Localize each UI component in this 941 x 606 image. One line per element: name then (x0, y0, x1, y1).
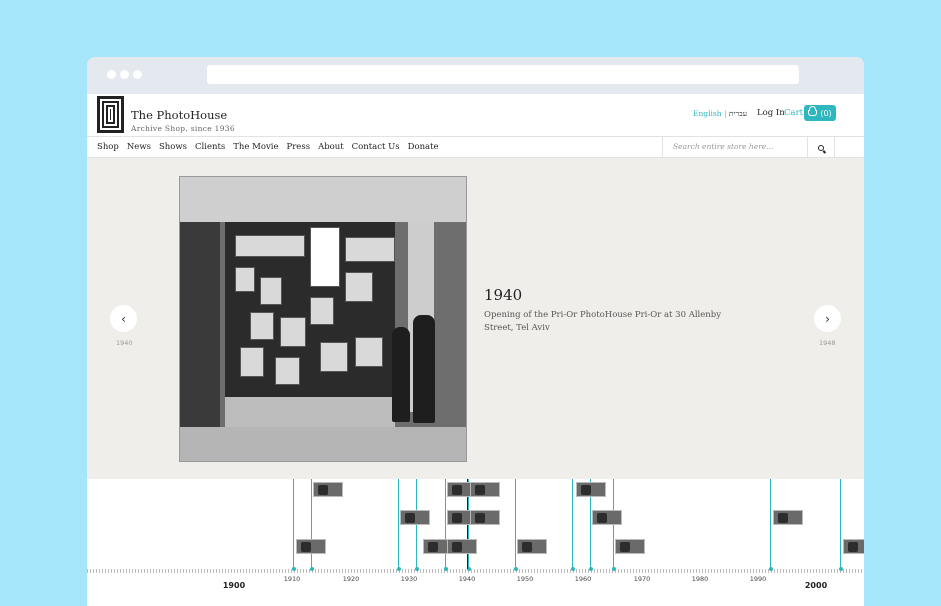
timeline-event-line (293, 479, 294, 569)
window-dot-maximize[interactable] (133, 70, 142, 79)
timeline-decade-label[interactable]: 1930 (401, 575, 418, 583)
timeline-event-marker[interactable] (443, 567, 448, 571)
chevron-right-icon: › (825, 311, 830, 326)
site-title[interactable]: The PhotoHouse (131, 108, 227, 122)
nav-item-contact-us[interactable]: Contact Us (352, 142, 400, 152)
timeline-event-marker[interactable] (414, 567, 419, 571)
timeline-thumbnail[interactable] (447, 539, 477, 554)
site-header: The PhotoHouse Archive Shop, since 1936 … (87, 94, 864, 137)
lang-english-link[interactable]: English (693, 109, 722, 118)
timeline[interactable]: 1910 1920 1930 1940 1950 1960 1970 1980 1990 1900… (87, 479, 864, 606)
nav-item-donate[interactable]: Donate (408, 142, 439, 152)
lang-hebrew-link[interactable]: עברית (729, 109, 747, 118)
slide-description: Opening of the Pri-Or PhotoHouse Pri-Or … (484, 310, 722, 333)
timeline-event-line (770, 479, 771, 569)
timeline-century-label[interactable]: 2000 (805, 581, 827, 590)
search-button[interactable] (807, 137, 835, 158)
timeline-event-line (445, 479, 446, 569)
cart-count: (0) (820, 108, 832, 118)
language-switcher: English | עברית (693, 109, 747, 118)
nav-item-news[interactable]: News (127, 142, 151, 152)
lang-separator: | (723, 109, 727, 118)
timeline-thumbnail[interactable] (576, 482, 606, 497)
timeline-event-marker[interactable] (309, 567, 314, 571)
timeline-event-marker[interactable] (513, 567, 518, 571)
window-dot-close[interactable] (107, 70, 116, 79)
prev-slide-year: 1940 (116, 339, 133, 347)
timeline-event-marker[interactable] (396, 567, 401, 571)
window-dot-minimize[interactable] (120, 70, 129, 79)
browser-chrome (87, 57, 864, 94)
timeline-ticks (87, 569, 864, 573)
timeline-event-marker[interactable] (570, 567, 575, 571)
timeline-event-marker[interactable] (611, 567, 616, 571)
nav-item-about[interactable]: About (318, 142, 344, 152)
timeline-event-marker[interactable] (768, 567, 773, 571)
slide-year: 1940 (484, 286, 523, 304)
timeline-decade-label[interactable]: 1980 (692, 575, 709, 583)
timeline-century-label[interactable]: 1900 (223, 581, 245, 590)
logo-icon[interactable] (97, 96, 124, 133)
next-slide-year: 1948 (819, 339, 836, 347)
timeline-thumbnail[interactable] (313, 482, 343, 497)
timeline-decade-label[interactable]: 1950 (517, 575, 534, 583)
basket-icon (808, 106, 818, 116)
timeline-event-line (515, 479, 516, 569)
timeline-thumbnail[interactable] (470, 482, 500, 497)
cart-button[interactable]: (0) (804, 105, 836, 121)
search-icon (818, 144, 824, 151)
nav-items: Shop News Shows Clients The Movie Press About C… (97, 142, 439, 152)
nav-item-clients[interactable]: Clients (195, 142, 225, 152)
timeline-event-line (572, 479, 573, 569)
timeline-thumbnail[interactable] (517, 539, 547, 554)
timeline-event-line (311, 479, 312, 569)
timeline-decade-label[interactable]: 1990 (750, 575, 767, 583)
timeline-event-marker[interactable] (838, 567, 843, 571)
cart-link[interactable]: Cart (784, 108, 803, 118)
timeline-decade-label[interactable]: 1970 (634, 575, 651, 583)
nav-item-the-movie[interactable]: The Movie (233, 142, 278, 152)
timeline-event-marker[interactable] (588, 567, 593, 571)
timeline-thumbnail[interactable] (296, 539, 326, 554)
search-input[interactable]: Search entire store here... (662, 137, 807, 158)
nav-item-press[interactable]: Press (287, 142, 311, 152)
timeline-decade-label[interactable]: 1940 (459, 575, 476, 583)
timeline-thumbnail[interactable] (843, 539, 864, 554)
timeline-decade-label[interactable]: 1920 (343, 575, 360, 583)
timeline-decade-label[interactable]: 1910 (284, 575, 301, 583)
timeline-thumbnail[interactable] (592, 510, 622, 525)
nav-item-shop[interactable]: Shop (97, 142, 119, 152)
timeline-thumbnail[interactable] (470, 510, 500, 525)
next-slide-button[interactable]: › (814, 305, 841, 332)
timeline-thumbnail[interactable] (615, 539, 645, 554)
address-bar[interactable] (207, 65, 799, 84)
nav-item-shows[interactable]: Shows (159, 142, 187, 152)
main-nav: Shop News Shows Clients The Movie Press About C… (87, 137, 864, 158)
site-subtitle: Archive Shop, since 1936 (131, 124, 235, 133)
timeline-event-line (840, 479, 841, 569)
timeline-thumbnail[interactable] (773, 510, 803, 525)
prev-slide-button[interactable]: ‹ (110, 305, 137, 332)
login-link[interactable]: Log In (757, 108, 785, 118)
slide-photo[interactable] (179, 176, 467, 462)
timeline-event-marker[interactable] (291, 567, 296, 571)
timeline-decade-label[interactable]: 1960 (575, 575, 592, 583)
history-slider: ‹ 1940 1940 Opening of the Pri-Or PhotoH… (87, 158, 864, 479)
timeline-thumbnail[interactable] (400, 510, 430, 525)
timeline-event-line (398, 479, 399, 569)
browser-window: The PhotoHouse Archive Shop, since 1936 … (87, 57, 864, 606)
chevron-left-icon: ‹ (121, 311, 126, 326)
